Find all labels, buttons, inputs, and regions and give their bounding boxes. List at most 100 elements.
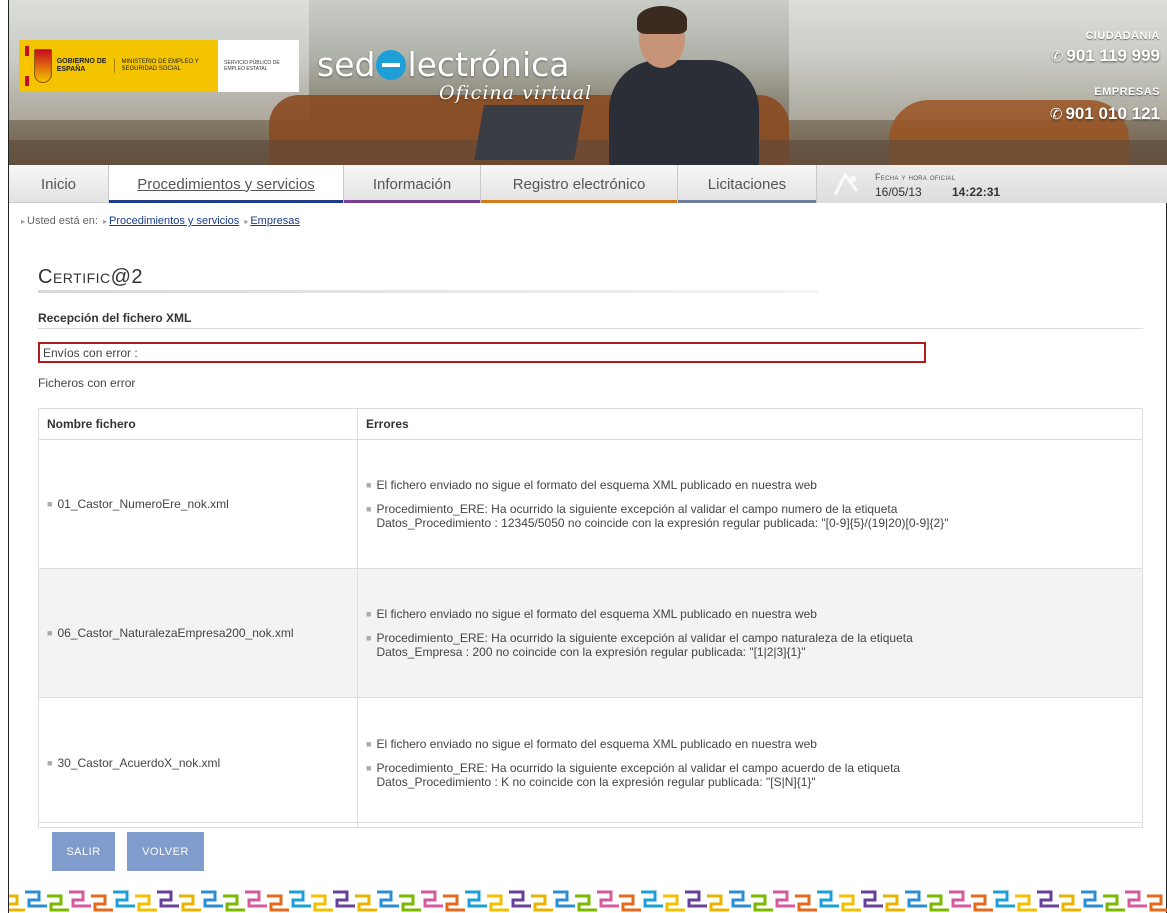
chain-link	[69, 890, 91, 908]
errors-cell: ■ El fichero enviado no sigue el formato …	[358, 698, 1142, 827]
bullet-icon: ■	[366, 633, 372, 643]
chain-link	[663, 894, 685, 912]
chain-link	[465, 890, 487, 908]
chain-link	[861, 890, 883, 908]
error-item: ■ Procedimiento_ERE: Ha ocurrido la sigui…	[366, 631, 986, 659]
site-name-start: sed	[317, 45, 376, 84]
e-logo-icon	[376, 50, 407, 80]
error-text: El fichero enviado no sigue el formato d…	[376, 736, 817, 751]
chain-link	[1081, 890, 1103, 908]
file-name: 06_Castor_NaturalezaEmpresa200_nok.xml	[57, 626, 294, 640]
tab-underline	[344, 200, 480, 203]
chain-link	[993, 890, 1015, 908]
errors-cell: ■ El fichero enviado no sigue el formato …	[358, 569, 1142, 697]
chain-link	[487, 894, 509, 912]
error-item: ■ Procedimiento_ERE: Ha ocurrido la sigui…	[366, 761, 986, 789]
chain-link	[883, 894, 905, 912]
chain-link	[201, 890, 223, 908]
tab-registro[interactable]: Registro electrónico	[481, 165, 678, 203]
chain-link	[1015, 894, 1037, 912]
error-text: Procedimiento_ERE: Ha ocurrido la siguie…	[376, 631, 913, 659]
chain-link	[25, 890, 47, 908]
tab-procedimientos[interactable]: Procedimientos y servicios	[109, 165, 344, 203]
error-item: ■ Procedimiento_ERE: Ha ocurrido la sigui…	[366, 502, 986, 530]
chain-link	[223, 894, 245, 912]
chain-link	[333, 890, 355, 908]
companies-phone: ✆ 901 010 121	[1050, 104, 1160, 124]
tab-informacion[interactable]: Información	[344, 165, 481, 203]
chain-link	[531, 894, 553, 912]
error-item: ■ El fichero enviado no sigue el formato …	[366, 607, 986, 621]
chain-link	[1103, 894, 1125, 912]
chain-link	[267, 894, 289, 912]
error-box: Envíos con error :	[38, 342, 926, 363]
tab-underline	[109, 200, 343, 203]
government-logo[interactable]: GOBIERNO DE ESPAÑA MINISTERIO DE EMPLEO …	[19, 40, 299, 92]
chain-link	[685, 890, 707, 908]
companies-label: EMPRESAS	[1094, 86, 1160, 98]
chain-link	[795, 894, 817, 912]
citizens-phone-number: 901 119 999	[1066, 46, 1160, 65]
chain-link	[113, 890, 135, 908]
breadcrumb-prefix: Usted está en:	[27, 215, 98, 227]
subtitle-divider	[38, 328, 1143, 329]
table-row: ■ 06_Castor_NaturalezaEmpresa200_nok.xml …	[39, 569, 1142, 698]
breadcrumb-link-procedimientos[interactable]: Procedimientos y servicios	[109, 215, 239, 227]
coat-of-arms-icon	[33, 49, 52, 83]
page-frame: GOBIERNO DE ESPAÑA MINISTERIO DE EMPLEO …	[8, 0, 1167, 913]
chain-link	[773, 890, 795, 908]
bullet-icon: ■	[366, 609, 372, 619]
site-name-end: lectrónica	[407, 45, 570, 84]
column-header-file: Nombre fichero	[39, 409, 358, 439]
bullet-icon: ■	[366, 762, 372, 773]
official-date: 16/05/13	[875, 185, 922, 199]
breadcrumb-arrow-icon: ▸	[244, 217, 249, 226]
chain-link	[245, 890, 267, 908]
file-cell: ■ 06_Castor_NaturalezaEmpresa200_nok.xml	[39, 569, 358, 697]
chain-link	[1037, 890, 1059, 908]
ministry-label: MINISTERIO DE EMPLEO Y SEGURIDAD SOCIAL	[114, 59, 212, 73]
table-header: Nombre fichero Errores	[39, 409, 1142, 440]
breadcrumb: ▸ Usted está en: ▸ Procedimientos y servic…	[19, 215, 300, 227]
chain-link	[157, 890, 179, 908]
chain-link	[949, 890, 971, 908]
chain-link	[971, 894, 993, 912]
chain-link	[597, 890, 619, 908]
tab-label: Registro electrónico	[512, 175, 646, 193]
chain-link	[839, 894, 861, 912]
clock-icon	[833, 172, 859, 196]
error-text: El fichero enviado no sigue el formato d…	[376, 607, 817, 621]
title-divider	[38, 290, 818, 293]
chain-link	[91, 894, 113, 912]
chain-link	[707, 894, 729, 912]
column-header-errors: Errores	[366, 417, 409, 431]
tab-licitaciones[interactable]: Licitaciones	[678, 165, 817, 203]
exit-button[interactable]: SALIR	[52, 832, 115, 871]
buttons-divider	[38, 822, 1143, 823]
file-cell: ■ 30_Castor_AcuerdoX_nok.xml	[39, 698, 358, 827]
chain-link	[641, 890, 663, 908]
tab-underline	[481, 200, 677, 203]
file-name: 01_Castor_NumeroEre_nok.xml	[57, 497, 229, 511]
spain-flag-icon	[25, 46, 29, 86]
chain-link	[179, 894, 201, 912]
back-button[interactable]: VOLVER	[127, 832, 204, 871]
chain-link	[751, 894, 773, 912]
breadcrumb-arrow-icon: ▸	[103, 217, 108, 226]
file-name: 30_Castor_AcuerdoX_nok.xml	[57, 755, 221, 770]
error-text: Procedimiento_ERE: Ha ocurrido la siguie…	[376, 760, 901, 789]
errors-cell: ■ El fichero enviado no sigue el formato …	[358, 440, 1142, 568]
government-label: GOBIERNO DE ESPAÑA	[56, 58, 107, 73]
chain-link	[311, 894, 333, 912]
bullet-icon: ■	[47, 757, 53, 768]
tab-label: Licitaciones	[707, 175, 787, 193]
site-logo[interactable]: sed lectrónica	[317, 45, 570, 84]
main-nav: Inicio Procedimientos y servicios Inform…	[9, 165, 1167, 203]
bullet-icon: ■	[47, 628, 53, 638]
sepe-label: SERVICIO PÚBLICO DE EMPLEO ESTATAL	[218, 40, 299, 92]
phone-icon: ✆	[1050, 48, 1064, 65]
tab-inicio[interactable]: Inicio	[9, 165, 109, 203]
breadcrumb-link-empresas[interactable]: Empresas	[250, 215, 300, 227]
companies-phone-number: 901 010 121	[1065, 104, 1160, 123]
table-row: ■ 30_Castor_AcuerdoX_nok.xml ■ El fichero …	[39, 698, 1142, 827]
